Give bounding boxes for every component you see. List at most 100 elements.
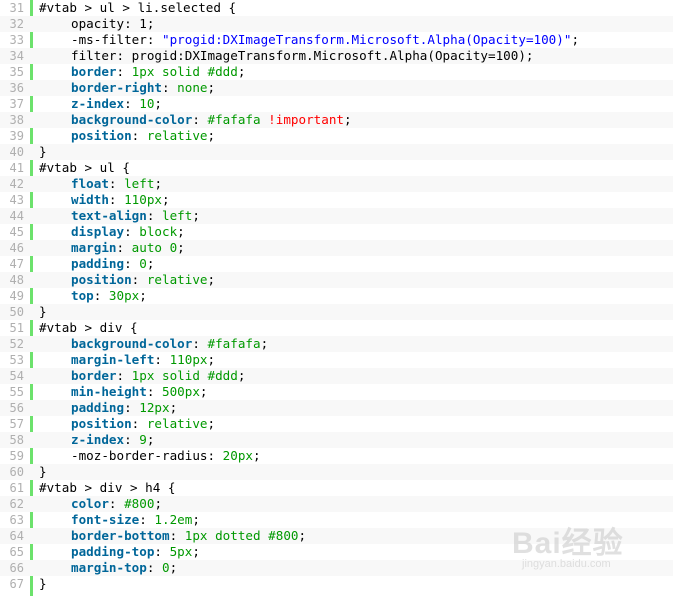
line-number: 37 xyxy=(9,97,24,111)
code-token: 1.2em xyxy=(154,512,193,527)
watermark-url: jingyan.baidu.com xyxy=(522,558,611,570)
code-line: 46 margin: auto 0; xyxy=(0,240,673,256)
code-token: : xyxy=(131,416,147,431)
code-token: #vtab > ul { xyxy=(39,160,130,175)
code-text: position: relative; xyxy=(39,272,215,288)
code-text: margin-top: 0; xyxy=(39,560,177,576)
code-token: ; xyxy=(207,352,216,367)
code-token: : xyxy=(108,192,125,207)
code-text: width: 110px; xyxy=(39,192,170,208)
line-number: 41 xyxy=(9,161,24,175)
line-number: 35 xyxy=(9,65,24,79)
code-text: #vtab > div > h4 { xyxy=(39,480,175,496)
code-token: } xyxy=(39,576,47,591)
code-text: top: 30px; xyxy=(39,288,147,304)
code-token: float xyxy=(71,176,109,191)
code-token: ; xyxy=(146,432,155,447)
code-line: 44 text-align: left; xyxy=(0,208,673,224)
code-text: } xyxy=(39,304,47,320)
code-line: 60} xyxy=(0,464,673,480)
code-line: 50} xyxy=(0,304,673,320)
code-token: : xyxy=(146,208,162,223)
code-token: #fafafa xyxy=(207,336,261,351)
code-token: position xyxy=(71,128,132,143)
code-token: min-height xyxy=(71,384,147,399)
code-text: } xyxy=(39,144,47,160)
code-token: ; xyxy=(207,272,216,287)
code-token: : xyxy=(116,368,132,383)
code-line: 41 #vtab > ul { xyxy=(0,160,673,176)
code-line: 53 margin-left: 110px; xyxy=(0,352,673,368)
line-number: 33 xyxy=(9,33,24,47)
code-token: ; xyxy=(192,208,200,223)
code-token: : xyxy=(108,176,125,191)
code-line: 56 padding: 12px; xyxy=(0,400,673,416)
code-token: 110px xyxy=(124,192,163,207)
code-text: color: #800; xyxy=(39,496,162,512)
baidu-jingyan-watermark: Bai经验 jingyan.baidu.com xyxy=(512,518,662,582)
code-token: : xyxy=(192,336,208,351)
code-token: ; xyxy=(237,64,246,79)
code-token: : xyxy=(116,240,132,255)
code-line: 54 border: 1px solid #ddd; xyxy=(0,368,673,384)
code-token: padding xyxy=(71,256,125,271)
line-number: 54 xyxy=(9,369,24,383)
line-number: 67 xyxy=(9,577,24,591)
code-token: 0 xyxy=(139,256,147,271)
code-token: border xyxy=(71,64,117,79)
code-token: 1px dotted #800 xyxy=(184,528,299,543)
code-token: ; xyxy=(177,240,185,255)
code-token: : xyxy=(146,560,162,575)
code-token: : xyxy=(116,64,132,79)
code-token: ; xyxy=(192,512,200,527)
code-token: left xyxy=(162,208,193,223)
code-text: border: 1px solid #ddd; xyxy=(39,64,245,80)
line-number: 62 xyxy=(9,497,24,511)
code-line: 36 border-right: none; xyxy=(0,80,673,96)
code-text: z-index: 9; xyxy=(39,432,154,448)
code-token: border-right xyxy=(71,80,162,95)
line-number: 32 xyxy=(9,17,24,31)
code-token: ; xyxy=(169,560,178,575)
code-token: margin xyxy=(71,240,117,255)
line-number: 65 xyxy=(9,545,24,559)
code-token: : xyxy=(169,528,185,543)
code-token: ; xyxy=(154,96,163,111)
line-number: 63 xyxy=(9,513,24,527)
code-text: z-index: 10; xyxy=(39,96,162,112)
code-token: position xyxy=(71,272,132,287)
code-viewer: 31 #vtab > ul > li.selected {32 opacity: 1… xyxy=(0,0,673,596)
code-token: 30px xyxy=(108,288,140,303)
code-token: : xyxy=(108,496,125,511)
code-line: 37 z-index: 10; xyxy=(0,96,673,112)
line-number: 49 xyxy=(9,289,24,303)
code-text: display: block; xyxy=(39,224,185,240)
code-token: font-size xyxy=(71,512,140,527)
code-line: 52 background-color: #fafafa; xyxy=(0,336,673,352)
line-number: 38 xyxy=(9,113,24,127)
code-text: float: left; xyxy=(39,176,162,192)
code-line: 33 -ms-filter: "progid:DXImageTransform.M… xyxy=(0,32,673,48)
line-number: 36 xyxy=(9,81,24,95)
code-line: 34 filter: progid:DXImageTransform.Micros… xyxy=(0,48,673,64)
code-token: z-index xyxy=(71,432,125,447)
code-token: 1px solid #ddd xyxy=(131,64,238,79)
code-token: ; xyxy=(207,80,216,95)
code-line: 47 padding: 0; xyxy=(0,256,673,272)
code-text: margin-left: 110px; xyxy=(39,352,215,368)
code-line: 35 border: 1px solid #ddd; xyxy=(0,64,673,80)
code-token: : xyxy=(124,432,140,447)
code-token: #800 xyxy=(124,496,155,511)
code-token: } xyxy=(39,464,47,479)
code-token: !important xyxy=(268,112,344,127)
line-number: 39 xyxy=(9,129,24,143)
code-token: #vtab > div { xyxy=(39,320,138,335)
code-token: : xyxy=(131,128,147,143)
line-number: 40 xyxy=(9,145,24,159)
code-token: 1px solid #ddd xyxy=(131,368,238,383)
code-text: } xyxy=(39,576,47,592)
line-number: 47 xyxy=(9,257,24,271)
code-text: #vtab > div { xyxy=(39,320,138,336)
code-token: 9 xyxy=(139,432,147,447)
code-token: 20px xyxy=(222,448,253,463)
